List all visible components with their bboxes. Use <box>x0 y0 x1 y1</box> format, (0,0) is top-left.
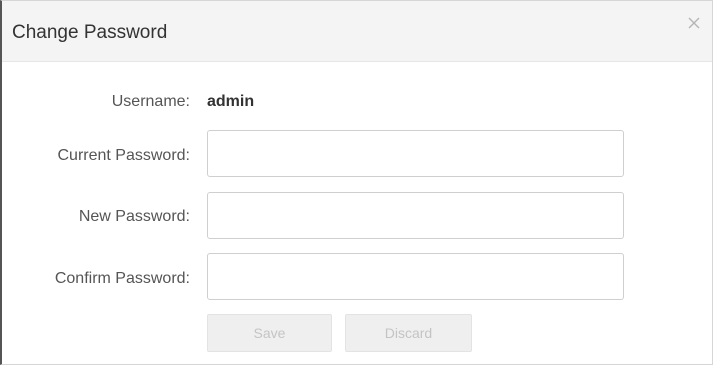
current-password-label: Current Password: <box>57 147 191 164</box>
new-password-field[interactable] <box>207 192 624 239</box>
change-password-dialog: Change Password Username: admin Current … <box>0 0 713 365</box>
username-label: Username: <box>111 93 190 110</box>
confirm-password-label: Confirm Password: <box>54 270 190 287</box>
current-password-field[interactable] <box>207 130 624 177</box>
discard-button[interactable]: Discard <box>345 314 472 352</box>
username-value: admin <box>207 93 255 110</box>
new-password-label: New Password: <box>78 208 190 225</box>
dialog-header: Change Password <box>2 1 712 62</box>
confirm-password-field[interactable] <box>207 253 624 300</box>
save-button[interactable]: Save <box>207 314 332 352</box>
close-icon[interactable] <box>684 13 704 33</box>
dialog-title: Change Password <box>12 22 168 43</box>
